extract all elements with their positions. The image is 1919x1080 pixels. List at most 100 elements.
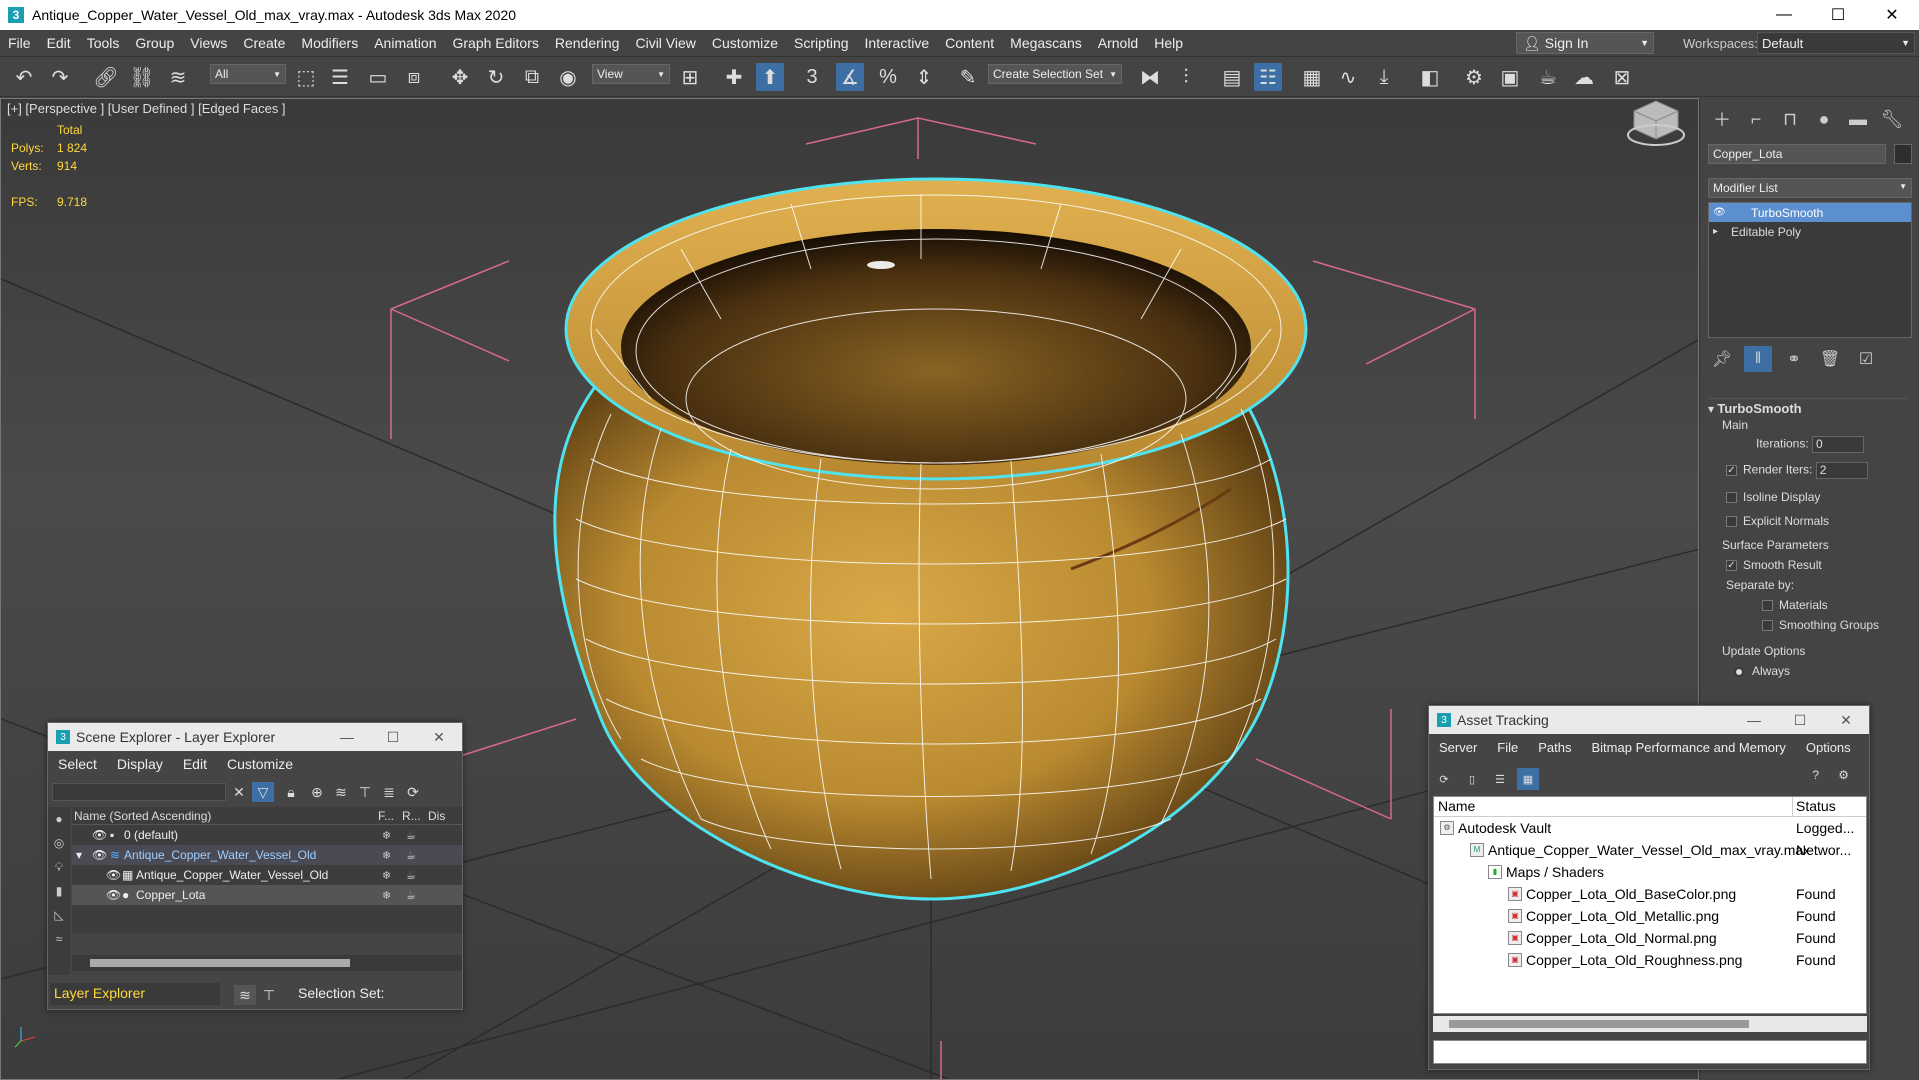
teapot-icon[interactable]: ☕︎ — [406, 849, 416, 862]
menu-civil-view[interactable]: Civil View — [627, 35, 703, 51]
horizontal-scrollbar[interactable] — [1433, 1016, 1867, 1032]
menu-graph-editors[interactable]: Graph Editors — [444, 35, 546, 51]
always-radio[interactable] — [1734, 666, 1744, 677]
link-icon[interactable]: 🔗︎ — [92, 63, 120, 91]
minimize-button[interactable]: — — [324, 723, 370, 751]
menu-server[interactable]: Server — [1429, 740, 1487, 755]
freeze-icon[interactable]: ❄ — [382, 889, 391, 902]
freeze-icon[interactable]: ❄ — [382, 829, 391, 842]
explicit-normals-checkbox[interactable] — [1726, 516, 1737, 528]
teapot-icon[interactable]: ☕︎ — [406, 829, 416, 842]
menu-modifiers[interactable]: Modifiers — [293, 35, 366, 51]
eye-icon[interactable]: 👁︎ — [92, 848, 107, 862]
eye-icon[interactable]: 👁︎ — [106, 868, 121, 882]
asset-row[interactable]: ▣ Copper_Lota_Old_Metallic.png Found — [1434, 905, 1866, 927]
sync-icon[interactable]: ⟳ — [402, 782, 424, 802]
menu-interactive[interactable]: Interactive — [857, 35, 938, 51]
configure-modifier-sets-icon[interactable]: ☑ — [1852, 346, 1880, 372]
named-selection-set-dropdown[interactable]: Create Selection Set ▼ — [988, 64, 1122, 84]
select-by-name-icon[interactable]: ☰ — [326, 63, 354, 91]
settings-icon[interactable]: ⚙ — [1838, 768, 1849, 782]
menu-paths[interactable]: Paths — [1528, 740, 1581, 755]
show-end-result-icon[interactable]: ‖ — [1744, 346, 1772, 372]
menu-bitmap-performance[interactable]: Bitmap Performance and Memory — [1582, 740, 1796, 755]
teapot-icon[interactable]: ☕︎ — [406, 869, 416, 882]
placement-icon[interactable]: ◉ — [554, 63, 582, 91]
explorer-type-dropdown[interactable]: Layer Explorer — [50, 983, 220, 1005]
close-button[interactable]: ✕ — [1865, 0, 1919, 30]
minimize-button[interactable]: — — [1757, 0, 1811, 30]
asset-row[interactable]: ▮ Maps / Shaders — [1434, 861, 1866, 883]
eye-icon[interactable]: 👁︎ — [106, 888, 121, 902]
table-view-icon[interactable]: ▦ — [1517, 768, 1539, 790]
clear-search-icon[interactable]: ✕ — [228, 782, 250, 802]
eye-icon[interactable]: 👁︎ — [92, 828, 107, 842]
menu-options[interactable]: Options — [1796, 740, 1861, 755]
lock-icon[interactable]: 🔒︎ — [280, 782, 302, 802]
expand-triangle-icon[interactable]: ▸ — [1713, 226, 1718, 237]
menu-megascans[interactable]: Megascans — [1002, 35, 1090, 51]
menu-arnold[interactable]: Arnold — [1090, 35, 1146, 51]
toggle-ribbon-icon[interactable]: ▦ — [1298, 63, 1326, 91]
column-name[interactable]: Name — [1438, 798, 1475, 814]
render-iters-checkbox[interactable]: ✓ — [1726, 465, 1737, 476]
list-view-icon[interactable]: ☰ — [1489, 768, 1511, 790]
object-row[interactable]: 👁︎ ● Copper_Lota ❄ ☕︎ — [72, 885, 462, 905]
scene-explorer-titlebar[interactable]: 3 Scene Explorer - Layer Explorer — ☐ ✕ — [48, 723, 462, 751]
display-lights-icon[interactable]: 💡︎ — [48, 855, 70, 879]
maximize-button[interactable]: ☐ — [1777, 706, 1823, 734]
column-name[interactable]: Name (Sorted Ascending) — [74, 809, 211, 823]
smooth-result-checkbox[interactable]: ✓ — [1726, 560, 1737, 572]
maximize-button[interactable]: ☐ — [1811, 0, 1865, 30]
display-spacewarps-icon[interactable]: ≈ — [48, 927, 70, 951]
menu-display[interactable]: Display — [107, 756, 173, 772]
menu-tools[interactable]: Tools — [79, 35, 128, 51]
layer-row[interactable]: 👁︎ ▪ 0 (default) ❄ ☕︎ — [72, 825, 462, 845]
column-status[interactable]: Status — [1796, 798, 1836, 814]
percent-snap-icon[interactable]: % — [874, 63, 902, 91]
freeze-icon[interactable]: ❄ — [382, 849, 391, 862]
freeze-icon[interactable]: ❄ — [382, 869, 391, 882]
help-icon[interactable]: ? — [1812, 768, 1819, 782]
menu-group[interactable]: Group — [127, 35, 182, 51]
modifier-list-dropdown[interactable]: Modifier List ▼ — [1708, 178, 1912, 198]
pin-stack-icon[interactable]: 📌︎ — [1708, 346, 1736, 372]
make-unique-icon[interactable]: ⚭ — [1780, 346, 1808, 372]
menu-scripting[interactable]: Scripting — [786, 35, 856, 51]
window-crossing-icon[interactable]: ⧈ — [400, 63, 428, 91]
render-iters-spinner[interactable]: 2 — [1815, 462, 1868, 479]
asset-row[interactable]: ⚙ Autodesk Vault Logged... — [1434, 817, 1866, 839]
selection-filter-dropdown[interactable]: All ▼ — [210, 64, 286, 84]
eye-icon[interactable]: 👁︎ — [1713, 207, 1726, 218]
create-tab-icon[interactable]: ＋ — [1708, 106, 1736, 132]
asset-row[interactable]: ▣ Copper_Lota_Old_Normal.png Found — [1434, 927, 1866, 949]
curve-editor-icon[interactable]: ∿ — [1334, 63, 1362, 91]
edit-named-selection-icon[interactable]: ✎ — [954, 63, 982, 91]
layer-row[interactable]: ▾ 👁︎ ≋ Antique_Copper_Water_Vessel_Old ❄… — [72, 845, 462, 865]
display-tab-icon[interactable]: ▬ — [1844, 106, 1872, 132]
stack-layers-icon[interactable]: ≣ — [378, 782, 400, 802]
object-row[interactable]: 👁︎ ▦ Antique_Copper_Water_Vessel_Old ❄ ☕… — [72, 865, 462, 885]
redo-icon[interactable]: ↷ — [46, 63, 74, 91]
refresh-icon[interactable]: ⟳ — [1433, 768, 1455, 790]
menu-create[interactable]: Create — [235, 35, 293, 51]
toggle-layer-explorer-icon[interactable]: ☷ — [1254, 63, 1282, 91]
asset-row[interactable]: ▣ Copper_Lota_Old_BaseColor.png Found — [1434, 883, 1866, 905]
filter-icon[interactable]: ▽ — [252, 782, 274, 802]
sign-in-dropdown[interactable]: 👤︎ Sign In ▼ — [1516, 32, 1654, 54]
display-geometry-icon[interactable]: ● — [48, 807, 70, 831]
render-in-cloud-icon[interactable]: ☁ — [1570, 63, 1598, 91]
isoline-display-checkbox[interactable] — [1726, 492, 1737, 504]
menu-edit[interactable]: Edit — [39, 35, 79, 51]
unlink-icon[interactable]: ⛓ — [128, 63, 156, 91]
motion-tab-icon[interactable]: ● — [1810, 106, 1838, 132]
undo-icon[interactable]: ↶ — [10, 63, 38, 91]
reference-coordinate-dropdown[interactable]: View ▼ — [592, 64, 670, 84]
display-helpers-icon[interactable]: ◺ — [48, 903, 70, 927]
menu-content[interactable]: Content — [937, 35, 1002, 51]
menu-animation[interactable]: Animation — [366, 35, 444, 51]
remove-modifier-icon[interactable]: 🗑︎ — [1816, 346, 1844, 372]
utilities-tab-icon[interactable]: 🔧︎ — [1878, 106, 1906, 132]
menu-customize[interactable]: Customize — [217, 756, 303, 772]
menu-views[interactable]: Views — [182, 35, 235, 51]
